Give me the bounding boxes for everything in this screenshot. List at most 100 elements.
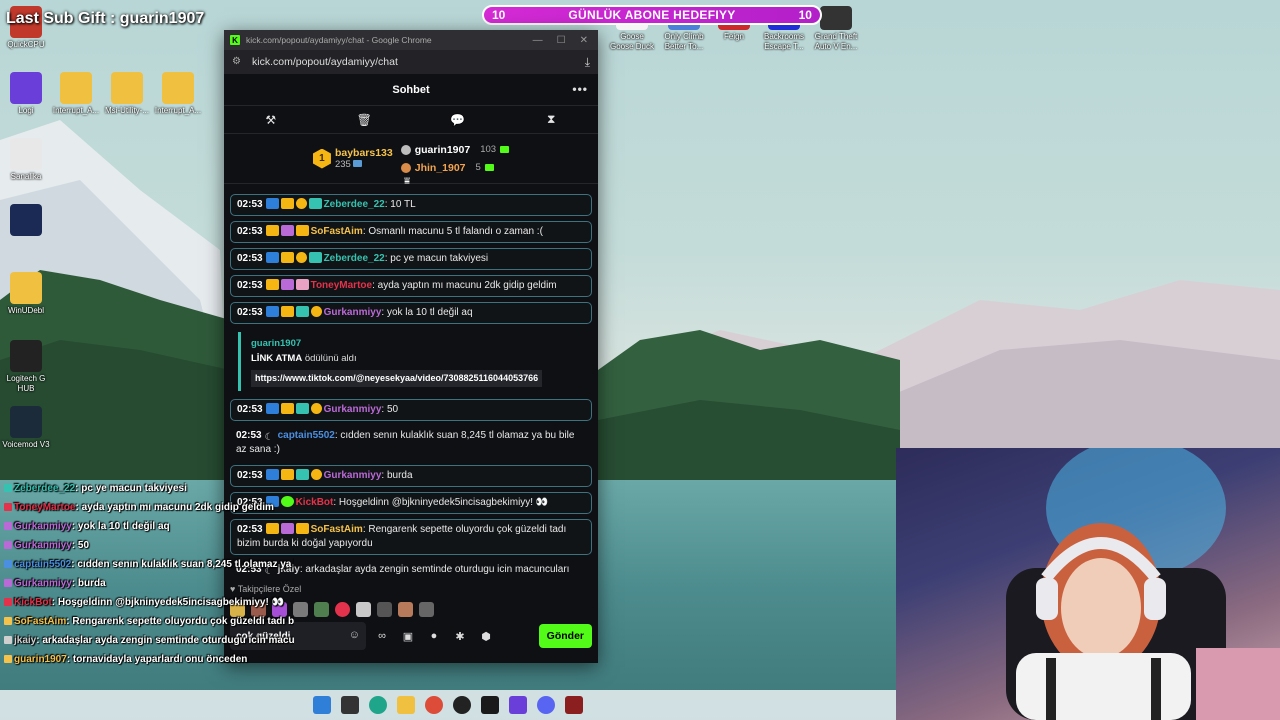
edge-icon[interactable] bbox=[369, 696, 387, 714]
windows-start-icon[interactable] bbox=[313, 696, 331, 714]
message-username[interactable]: SoFastAim bbox=[311, 524, 363, 535]
reward-link[interactable]: https://www.tiktok.com/@neyesekyaa/video… bbox=[251, 370, 543, 387]
collapse-leaderboard-icon[interactable]: ⩸ bbox=[404, 176, 410, 187]
leader-second[interactable]: guarin1907 103 bbox=[400, 144, 510, 156]
shield-icon[interactable]: ⬢ bbox=[476, 630, 496, 643]
gift-box-icon[interactable]: ▣ bbox=[398, 630, 418, 643]
leader-others: guarin1907 103 Jhin_1907 5 bbox=[400, 144, 510, 174]
overlay-text: : yok la 10 tl değil aq bbox=[71, 521, 170, 532]
desktop-icon-interrupt-a[interactable]: Interrupt_A... bbox=[52, 72, 100, 116]
emote-icon[interactable] bbox=[398, 601, 413, 617]
overlay-text: : 50 bbox=[71, 540, 90, 551]
leader-third-count: 5 bbox=[475, 162, 481, 173]
gear-icon[interactable]: ✱ bbox=[450, 630, 470, 643]
emote-icon[interactable] bbox=[314, 601, 329, 617]
maximize-icon[interactable]: ☐ bbox=[557, 35, 566, 46]
desktop-icon-interrupt-a-2[interactable]: Interrupt_A... bbox=[154, 72, 202, 116]
window-title: kick.com/popout/aydamiyy/chat - Google C… bbox=[246, 35, 432, 45]
emoji-picker-icon[interactable]: ☺ bbox=[349, 629, 360, 641]
desktop-icon-winudebl[interactable]: WinUDebl bbox=[2, 272, 50, 316]
message-time: 02:53 bbox=[237, 226, 263, 237]
overlay-chat-line: Zeberdee_22: pc ye macun takviyesi bbox=[4, 482, 294, 496]
message-username[interactable]: Gurkanmiyy bbox=[324, 307, 382, 318]
discord-icon[interactable] bbox=[537, 696, 555, 714]
chat-message[interactable]: 02:53 SoFastAim: Osmanlı macunu 5 tl fala… bbox=[230, 221, 592, 243]
user-badge-icon bbox=[265, 403, 279, 414]
emote-icon[interactable] bbox=[356, 601, 371, 617]
download-icon[interactable]: ⤓ bbox=[585, 55, 590, 70]
message-username[interactable]: Gurkanmiyy bbox=[324, 470, 382, 481]
address-bar[interactable]: ⚙ kick.com/popout/aydamiyy/chat ⤓ bbox=[224, 50, 598, 74]
infinity-icon[interactable]: ∞ bbox=[372, 630, 392, 642]
overlay-badge-icon bbox=[4, 655, 12, 663]
window-titlebar[interactable]: K kick.com/popout/aydamiyy/chat - Google… bbox=[224, 30, 598, 50]
chat-message[interactable]: 02:53 ToneyMartoe: ayda yaptın mı macunu … bbox=[230, 275, 592, 297]
message-username[interactable]: ToneyMartoe bbox=[311, 280, 373, 291]
message-username[interactable]: captain5502 bbox=[278, 430, 335, 441]
site-info-icon[interactable]: ⚙ bbox=[232, 56, 244, 68]
minimize-icon[interactable]: — bbox=[533, 35, 543, 46]
chat-settings-bubble-icon[interactable]: ● bbox=[424, 630, 444, 642]
user-badge-icon bbox=[265, 252, 279, 263]
message-text: : Osmanlı macunu 5 tl falandı o zaman :( bbox=[362, 226, 543, 237]
chat-message[interactable]: 02:53 Gurkanmiyy: 50 bbox=[230, 399, 592, 421]
message-text: : burda bbox=[381, 470, 413, 481]
user-badge-icon bbox=[310, 469, 322, 480]
reward-user[interactable]: guarin1907 bbox=[251, 336, 576, 351]
chat-bubble-icon[interactable]: 💬 bbox=[443, 113, 473, 127]
overlay-chat-line: Gurkanmiyy: 50 bbox=[4, 539, 294, 553]
message-text: : Hoşgeldinn @bjkninyedek5incisagbekimiy… bbox=[333, 497, 549, 508]
user-badge-icon bbox=[295, 306, 309, 317]
message-username[interactable]: Gurkanmiyy bbox=[324, 404, 382, 415]
desktop-icon-game[interactable] bbox=[2, 204, 50, 238]
overlay-username: Zeberdee_22 bbox=[14, 483, 76, 494]
heart-emote-icon[interactable] bbox=[335, 601, 350, 617]
message-username[interactable]: Zeberdee_22 bbox=[324, 253, 385, 264]
obs-icon[interactable] bbox=[453, 696, 471, 714]
file-explorer-icon[interactable] bbox=[397, 696, 415, 714]
overlay-chat-line: captain5502: cıdden senın kulaklık suan … bbox=[4, 558, 294, 572]
overlay-username: jkaiy bbox=[14, 635, 37, 646]
logi-app-icon[interactable] bbox=[509, 696, 527, 714]
hourglass-icon[interactable]: ⧗ bbox=[536, 112, 566, 127]
chat-message[interactable]: 02:53 Gurkanmiyy: yok la 10 tl değil aq bbox=[230, 302, 592, 324]
emote-icon[interactable] bbox=[293, 601, 308, 617]
chat-message[interactable]: 02:53 Zeberdee_22: pc ye macun takviyesi bbox=[230, 248, 592, 270]
message-username[interactable]: Zeberdee_22 bbox=[324, 199, 385, 210]
desktop-icon-sanalika[interactable]: Sanalika bbox=[2, 138, 50, 182]
overlay-badge-icon bbox=[4, 579, 12, 587]
gta-icon bbox=[820, 6, 852, 30]
app-icon[interactable] bbox=[565, 696, 583, 714]
desktop-icon-logi[interactable]: Logi bbox=[2, 72, 50, 116]
trash-icon[interactable]: 🗑 bbox=[349, 113, 379, 127]
hammer-icon[interactable]: ⚒ bbox=[256, 113, 286, 127]
close-icon[interactable]: ✕ bbox=[580, 35, 588, 46]
third-place-icon bbox=[400, 162, 411, 173]
task-view-icon[interactable] bbox=[341, 696, 359, 714]
overlay-username: captain5502 bbox=[14, 559, 72, 570]
leader-third[interactable]: Jhin_1907 5 bbox=[400, 161, 509, 174]
leader-third-name: Jhin_1907 bbox=[414, 161, 466, 174]
emote-icon[interactable] bbox=[419, 601, 434, 617]
chrome-icon[interactable] bbox=[425, 696, 443, 714]
stream-overlay-chat: Zeberdee_22: pc ye macun takviyesi ToneyM… bbox=[4, 482, 294, 672]
message-text: : ayda yaptın mı macunu 2dk gidip geldim bbox=[372, 280, 557, 291]
chat-message[interactable]: 02:53 Zeberdee_22: 10 TL bbox=[230, 194, 592, 216]
url-text[interactable]: kick.com/popout/aydamiyy/chat bbox=[252, 56, 585, 68]
more-options-icon[interactable]: ••• bbox=[572, 82, 588, 96]
message-username[interactable]: KickBot bbox=[296, 497, 334, 508]
overlay-badge-icon bbox=[4, 484, 12, 492]
emote-icon[interactable] bbox=[377, 601, 392, 617]
message-time: 02:53 bbox=[237, 280, 263, 291]
overlay-username: Gurkanmiyy bbox=[14, 540, 72, 551]
leader-first[interactable]: 1 baybars133 235 bbox=[312, 147, 393, 170]
desktop-icon-voicemod[interactable]: Voicemod V3 bbox=[2, 406, 50, 450]
send-button[interactable]: Gönder bbox=[538, 624, 592, 648]
message-time: 02:53 bbox=[237, 470, 263, 481]
overlay-chat-line: SoFastAim: Rengarenk sepette oluyordu ço… bbox=[4, 615, 294, 629]
chat-message[interactable]: 02:53 ☾ captain5502: cıdden senın kulaklık… bbox=[230, 426, 592, 460]
desktop-icon-logitech-g-hub[interactable]: Logitech G HUB bbox=[2, 340, 50, 394]
message-username[interactable]: SoFastAim bbox=[311, 226, 363, 237]
kick-app-icon[interactable] bbox=[481, 696, 499, 714]
desktop-icon-msi-utility[interactable]: Msi-Utility-... bbox=[103, 72, 151, 116]
